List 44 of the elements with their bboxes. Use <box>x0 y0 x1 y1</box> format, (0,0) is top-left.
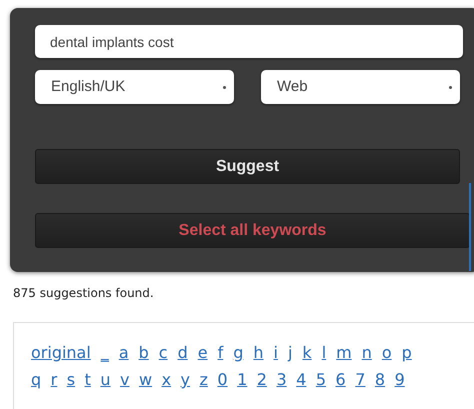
index-link[interactable]: z <box>200 368 208 392</box>
index-link[interactable]: 5 <box>316 368 326 392</box>
index-link[interactable]: c <box>158 341 168 365</box>
index-link[interactable]: 6 <box>336 368 346 392</box>
index-link[interactable]: _ <box>100 341 109 365</box>
select-all-button[interactable]: Select all keywords <box>35 213 470 248</box>
index-link[interactable]: o <box>382 341 392 365</box>
suggestion-count: 875 suggestions found. <box>13 285 154 302</box>
index-link[interactable]: 9 <box>394 368 405 392</box>
keyword-input[interactable]: dental implants cost <box>35 25 463 58</box>
index-link[interactable]: n <box>362 341 372 365</box>
index-link[interactable]: 2 <box>256 368 267 392</box>
index-link[interactable]: 4 <box>296 368 306 392</box>
index-link[interactable]: r <box>50 368 58 392</box>
language-select[interactable]: English/UK <box>35 70 234 104</box>
index-link[interactable]: d <box>178 341 188 365</box>
index-link[interactable]: y <box>180 368 190 392</box>
index-link[interactable]: l <box>322 341 326 365</box>
index-link[interactable]: a <box>118 341 129 365</box>
index-link[interactable]: t <box>84 368 91 392</box>
index-link[interactable]: 1 <box>237 368 248 392</box>
index-link[interactable]: v <box>120 368 130 392</box>
index-link[interactable]: i <box>274 341 278 365</box>
index-link[interactable]: original <box>31 341 91 365</box>
suggest-button[interactable]: Suggest <box>35 149 460 184</box>
index-link[interactable]: q <box>31 368 42 392</box>
index-link[interactable]: 8 <box>374 368 386 392</box>
index-link[interactable]: m <box>336 341 352 365</box>
index-link[interactable]: k <box>302 341 312 365</box>
index-link[interactable]: p <box>402 341 412 365</box>
index-link[interactable]: b <box>138 341 149 365</box>
index-link[interactable]: w <box>138 368 152 392</box>
index-link[interactable]: h <box>253 341 264 365</box>
index-link[interactable]: x <box>162 368 172 392</box>
index-link[interactable]: f <box>218 341 224 365</box>
index-link[interactable]: 0 <box>217 368 228 392</box>
index-link[interactable]: e <box>198 341 208 365</box>
index-link[interactable]: j <box>288 341 292 365</box>
index-link[interactable]: 3 <box>276 368 287 392</box>
index-link[interactable]: u <box>100 368 110 392</box>
index-link[interactable]: 7 <box>355 368 366 392</box>
source-select[interactable]: Web <box>261 70 460 104</box>
index-link[interactable]: s <box>66 368 76 392</box>
index-link[interactable]: g <box>233 341 244 365</box>
